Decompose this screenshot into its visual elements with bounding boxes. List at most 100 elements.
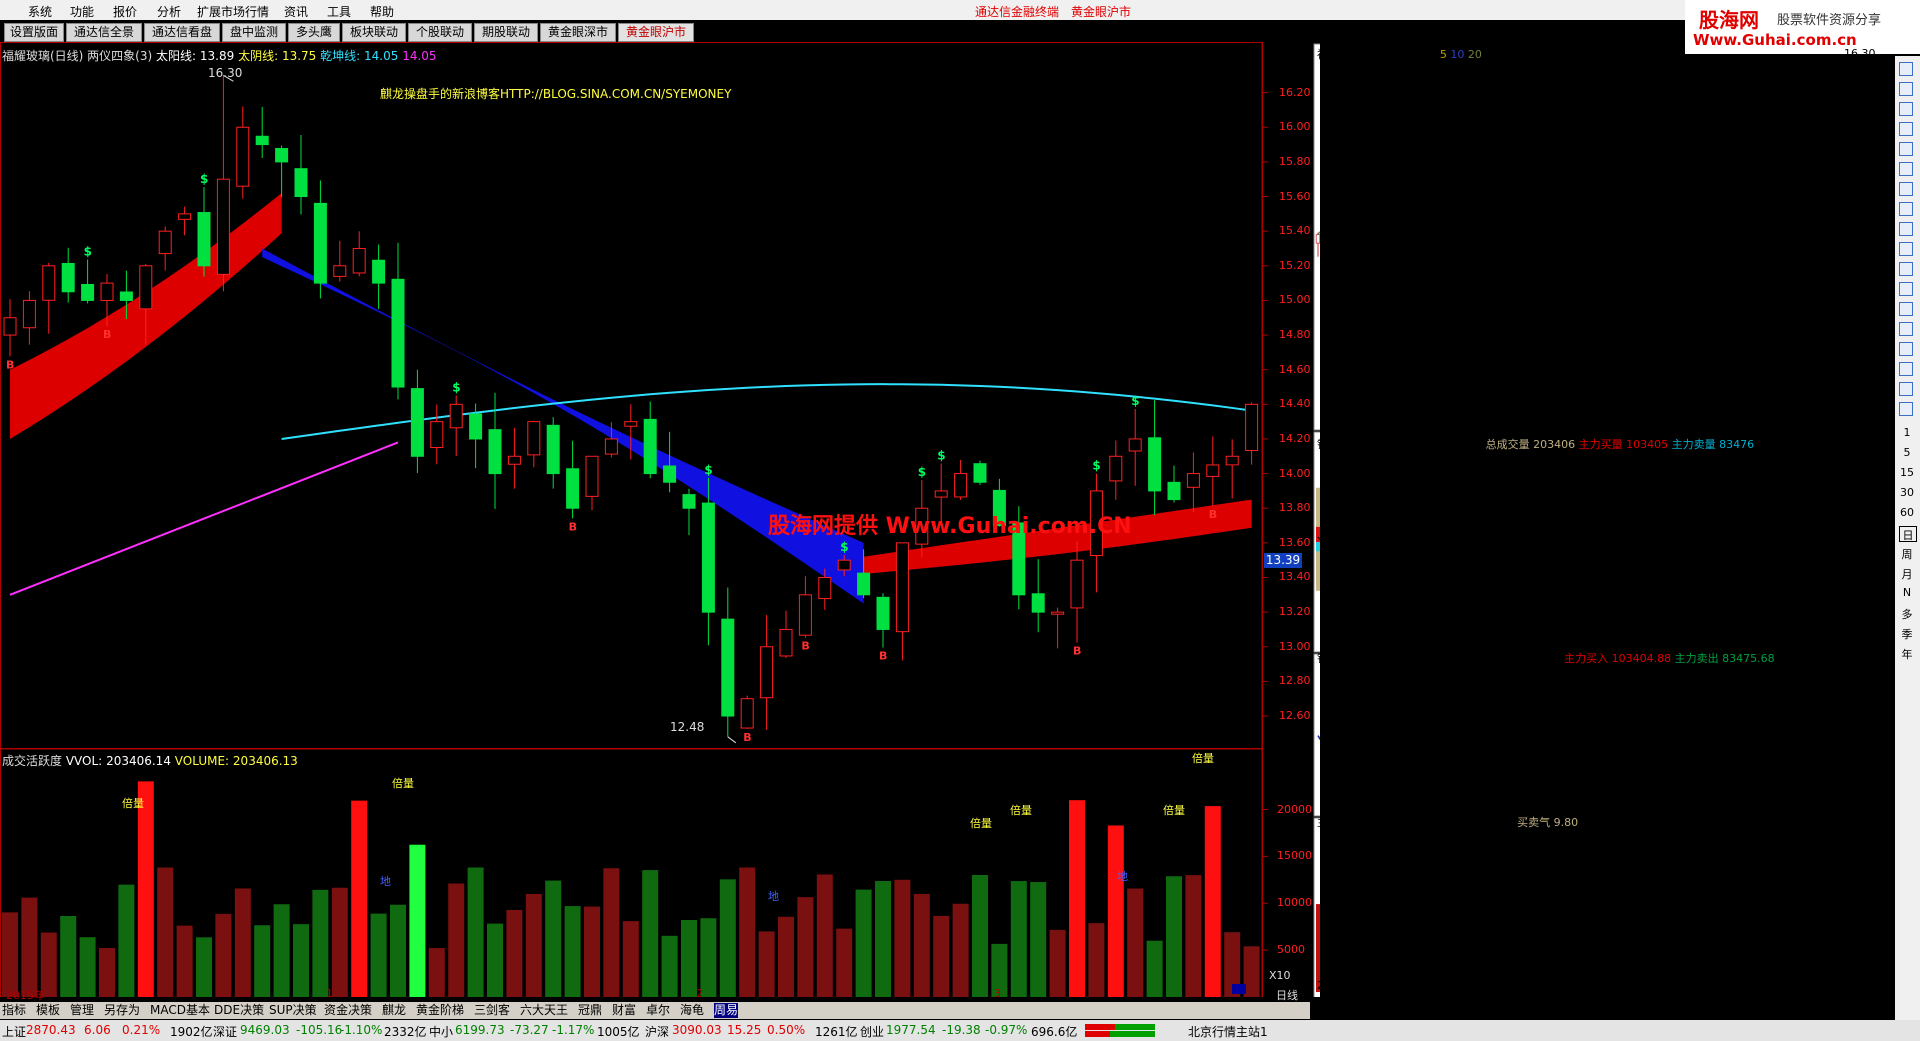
candle-body [139,265,153,310]
tab-futures-link[interactable]: 期股联动 [474,23,538,42]
volume-bar [1127,888,1144,997]
period-1min[interactable]: 1 [1899,426,1915,440]
period-15min[interactable]: 15 [1899,466,1915,480]
info-icon[interactable] [1899,402,1913,416]
indicator-tab[interactable]: 海龟 [680,1003,704,1018]
menu-news[interactable]: 资讯 [284,3,308,20]
pen-icon[interactable] [1899,342,1913,356]
indicator-tab[interactable]: 周易 [714,1003,739,1018]
tab-sector-link[interactable]: 板块联动 [342,23,406,42]
menu-analysis[interactable]: 分析 [157,3,181,20]
grid-icon[interactable] [1899,162,1913,176]
period-label[interactable]: 日线 [1276,987,1298,1003]
candle-body [236,126,250,187]
candle-body [954,473,968,498]
zoom-in-icon[interactable] [1899,62,1913,76]
volume-bar [487,923,503,997]
volume-bar [448,883,465,997]
tab-settings[interactable]: 设置版面 [4,23,64,42]
price-tick-label: 14.00 [1279,466,1311,480]
indicator-tab[interactable]: DDE决策 [214,1003,264,1018]
indicator-tab[interactable]: 六大天王 [520,1003,568,1018]
period-day[interactable]: 日 [1899,526,1917,542]
indicator-tab[interactable]: 财富 [612,1003,636,1018]
table-icon[interactable] [1899,102,1913,116]
volume-bar [293,924,309,997]
price-tick-label: 15.20 [1279,258,1311,272]
indicator-tab[interactable]: 黄金阶梯 [416,1003,464,1018]
candle-body [352,247,366,274]
price-tick-label: 13.80 [1279,501,1311,515]
price-tick-label: 15.40 [1279,224,1311,238]
period-quarter[interactable]: 季 [1899,626,1915,641]
app-title: 通达信金融终端 [975,5,1060,19]
sz-label: 深证 [213,1025,238,1039]
tab-golden-eye-sz[interactable]: 黄金眼深市 [540,23,616,42]
menu-tools[interactable]: 工具 [327,3,351,20]
period-n[interactable]: N [1899,586,1915,600]
zoom-out-icon[interactable] [1899,82,1913,96]
settings-icon[interactable] [1899,222,1913,236]
period-week[interactable]: 周 [1899,546,1915,561]
x-label-mar: 3 [994,987,1001,1000]
note-icon[interactable] [1899,322,1913,336]
period-month[interactable]: 月 [1899,566,1915,581]
chart-icon[interactable] [1899,122,1913,136]
tab-stock-link[interactable]: 个股联动 [408,23,472,42]
image-icon[interactable] [1899,382,1913,396]
price-tick-label: 13.60 [1279,535,1311,549]
menu-extended-market[interactable]: 扩展市场行情 [197,3,269,20]
tab-panorama[interactable]: 通达信全景 [66,23,142,42]
indicator-tab[interactable]: 模板 [36,1003,60,1018]
cy-value: 1977.54 [886,1023,936,1037]
brand-tagline: 股票软件资源分享 [1777,13,1882,28]
volume-bar [21,897,38,997]
indicator-tab[interactable]: MACD基本 [150,1003,210,1018]
candle-body [546,424,560,475]
buy-signal-icon: B [6,358,14,371]
hs-amount: 1261亿 [815,1025,858,1039]
period-multi[interactable]: 多 [1899,606,1915,621]
tab-golden-eye-sh[interactable]: 黄金眼沪市 [618,23,694,42]
activity-label: 主力活跃度 [1430,816,1486,829]
window-icon[interactable] [1899,242,1913,256]
indicator-tab[interactable]: 资金决策 [324,1003,372,1018]
ruler-icon[interactable] [1899,362,1913,376]
period-60min[interactable]: 60 [1899,506,1915,520]
indicator-tab[interactable]: 指标 [2,1003,26,1018]
sell-signal-icon: $ [452,380,460,394]
indicator-tab[interactable]: 卓尔 [646,1003,670,1018]
list-icon[interactable] [1899,142,1913,156]
tool-icon[interactable] [1899,302,1913,316]
layout-icon[interactable] [1899,202,1913,216]
server-status[interactable]: 北京行情主站1 [1188,1023,1268,1040]
menu-function[interactable]: 功能 [70,3,94,20]
tai-yin-value: 13.75 [281,49,317,63]
clock-icon[interactable] [1899,262,1913,276]
zx-pct: -1.17% [552,1023,595,1037]
period-5min[interactable]: 5 [1899,446,1915,460]
menu-help[interactable]: 帮助 [370,3,394,20]
menu-system[interactable]: 系统 [28,3,52,20]
candle-body [197,212,211,267]
indicator-tab[interactable]: SUP决策 [269,1003,317,1018]
menu-quote[interactable]: 报价 [113,3,137,20]
indicator-tab[interactable]: 三剑客 [474,1003,510,1018]
status-bar: 上证 2870.43 6.06 0.21% 1902亿 深证 9469.03 -… [0,1020,1920,1041]
indicator-tab[interactable]: 冠鼎 [578,1003,602,1018]
indicator-tab[interactable]: 麒龙 [382,1003,406,1018]
chart-title: 福耀玻璃(日线) 两仪四象(3) [2,49,153,63]
stats-icon[interactable] [1899,282,1913,296]
period-30min[interactable]: 30 [1899,486,1915,500]
volume-bar [331,887,348,997]
hold-panel-tick: 457.64 [1844,709,1883,722]
tab-watch[interactable]: 通达信看盘 [144,23,220,42]
indicator-tab[interactable]: 另存为 [104,1003,140,1018]
stock-code: [600660] [1364,48,1416,61]
period-year[interactable]: 年 [1899,646,1915,661]
indicator-tab[interactable]: 管理 [70,1003,94,1018]
hs-value: 3090.03 [672,1023,722,1037]
tab-bull-eagle[interactable]: 多头鹰 [288,23,340,42]
refresh-icon[interactable] [1899,182,1913,196]
tab-monitor[interactable]: 盘中监测 [222,23,286,42]
